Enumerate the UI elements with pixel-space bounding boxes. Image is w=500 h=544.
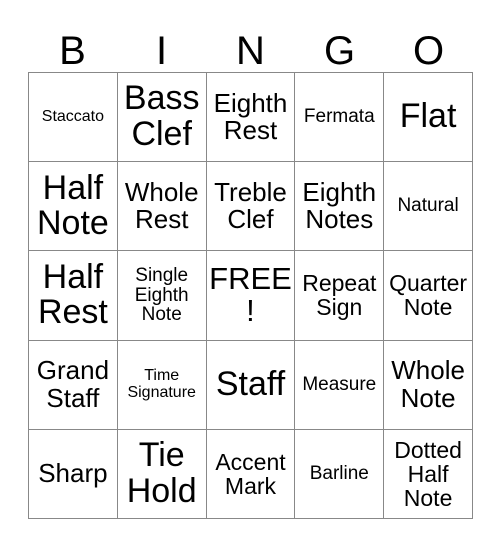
bingo-cell-label: FREE! (209, 260, 292, 329)
bingo-row: Half Rest Single Eighth Note FREE! Repeat S… (29, 251, 473, 341)
bingo-cell-label: Staff (215, 364, 286, 403)
bingo-cell[interactable]: Quarter Note (384, 251, 473, 341)
bingo-grid: Staccato Bass Clef Eighth Rest Fermata Flat H… (28, 72, 473, 519)
bingo-header-letter-g: G (323, 29, 356, 73)
bingo-cell[interactable]: Single Eighth Note (117, 251, 207, 341)
bingo-cell[interactable]: Bass Clef (117, 73, 207, 163)
bingo-header-row: BINGO (28, 14, 473, 72)
bingo-cell[interactable]: Whole Rest (117, 162, 207, 252)
bingo-cell-label: Natural (397, 195, 459, 217)
bingo-cell[interactable]: Repeat Sign (295, 251, 385, 341)
bingo-cell-label: Time Signature (127, 366, 196, 401)
bingo-cell[interactable]: Tie Hold (117, 429, 207, 519)
bingo-row: Staccato Bass Clef Eighth Rest Fermata Flat (29, 73, 473, 163)
bingo-header-letter-o: O (412, 29, 445, 73)
bingo-cell-label: Fermata (303, 106, 375, 128)
bingo-cell-label: Tie Hold (126, 436, 197, 510)
bingo-row: Sharp Tie Hold Accent Mark Barline Dotted Ha… (29, 429, 473, 519)
bingo-cell-label: Repeat Sign (302, 270, 377, 321)
bingo-cell-label: Flat (399, 97, 457, 136)
bingo-cell[interactable]: Flat (384, 73, 473, 163)
bingo-cell-label: Eighth Rest (213, 87, 288, 146)
bingo-cell[interactable]: Eighth Rest (206, 73, 296, 163)
bingo-cell-label: Single Eighth Note (134, 264, 189, 326)
bingo-cell-label: Barline (309, 462, 369, 484)
bingo-card: B I N G O Staccato Bass Clef Eighth Rest Fermat… (28, 14, 473, 519)
bingo-cell-label: Whole Rest (124, 176, 199, 235)
bingo-cell[interactable]: Accent Mark (206, 429, 296, 519)
bingo-cell-label: Treble Clef (214, 176, 287, 235)
bingo-cell-label: Accent Mark (215, 448, 286, 499)
bingo-cell[interactable]: Treble Clef (206, 162, 296, 252)
bingo-cell[interactable]: Half Rest (29, 251, 118, 341)
bingo-header-letter-n: N (236, 29, 265, 73)
bingo-cell[interactable]: Time Signature (117, 340, 207, 430)
bingo-cell[interactable]: Staff (206, 340, 296, 430)
bingo-cell[interactable]: Fermata (295, 73, 385, 163)
bingo-cell[interactable]: Grand Staff (29, 340, 118, 430)
bingo-cell[interactable]: Staccato (29, 73, 118, 163)
bingo-cell[interactable]: Sharp (29, 429, 118, 519)
bingo-cell-label: Quarter Note (389, 270, 468, 321)
bingo-cell-label: Measure (302, 373, 377, 395)
bingo-header-letter-b: B (59, 29, 86, 73)
bingo-cell[interactable]: Eighth Notes (295, 162, 385, 252)
bingo-free-cell[interactable]: FREE! (206, 251, 296, 341)
bingo-cell[interactable]: Barline (295, 429, 385, 519)
bingo-cell-label: Half Note (36, 168, 109, 243)
bingo-cell-label: Dotted Half Note (394, 436, 462, 511)
bingo-header-letter-i: I (155, 29, 168, 73)
bingo-cell[interactable]: Whole Note (384, 340, 473, 430)
bingo-cell-label: Bass Clef (123, 79, 200, 154)
bingo-cell-label: Whole Note (391, 355, 465, 413)
bingo-cell[interactable]: Dotted Half Note (384, 429, 473, 519)
bingo-cell-label: Grand Staff (36, 355, 110, 413)
bingo-cell-label: Staccato (41, 107, 105, 125)
bingo-cell-label: Half Rest (37, 257, 108, 332)
bingo-cell-label: Eighth Notes (302, 176, 377, 235)
bingo-cell-label: Sharp (38, 458, 108, 489)
bingo-cell[interactable]: Natural (384, 162, 473, 252)
bingo-cell[interactable]: Measure (295, 340, 385, 430)
bingo-cell[interactable]: Half Note (29, 162, 118, 252)
bingo-row: Grand Staff Time Signature Staff Measure Who… (29, 340, 473, 430)
bingo-row: Half Note Whole Rest Treble Clef Eighth Not… (29, 162, 473, 252)
